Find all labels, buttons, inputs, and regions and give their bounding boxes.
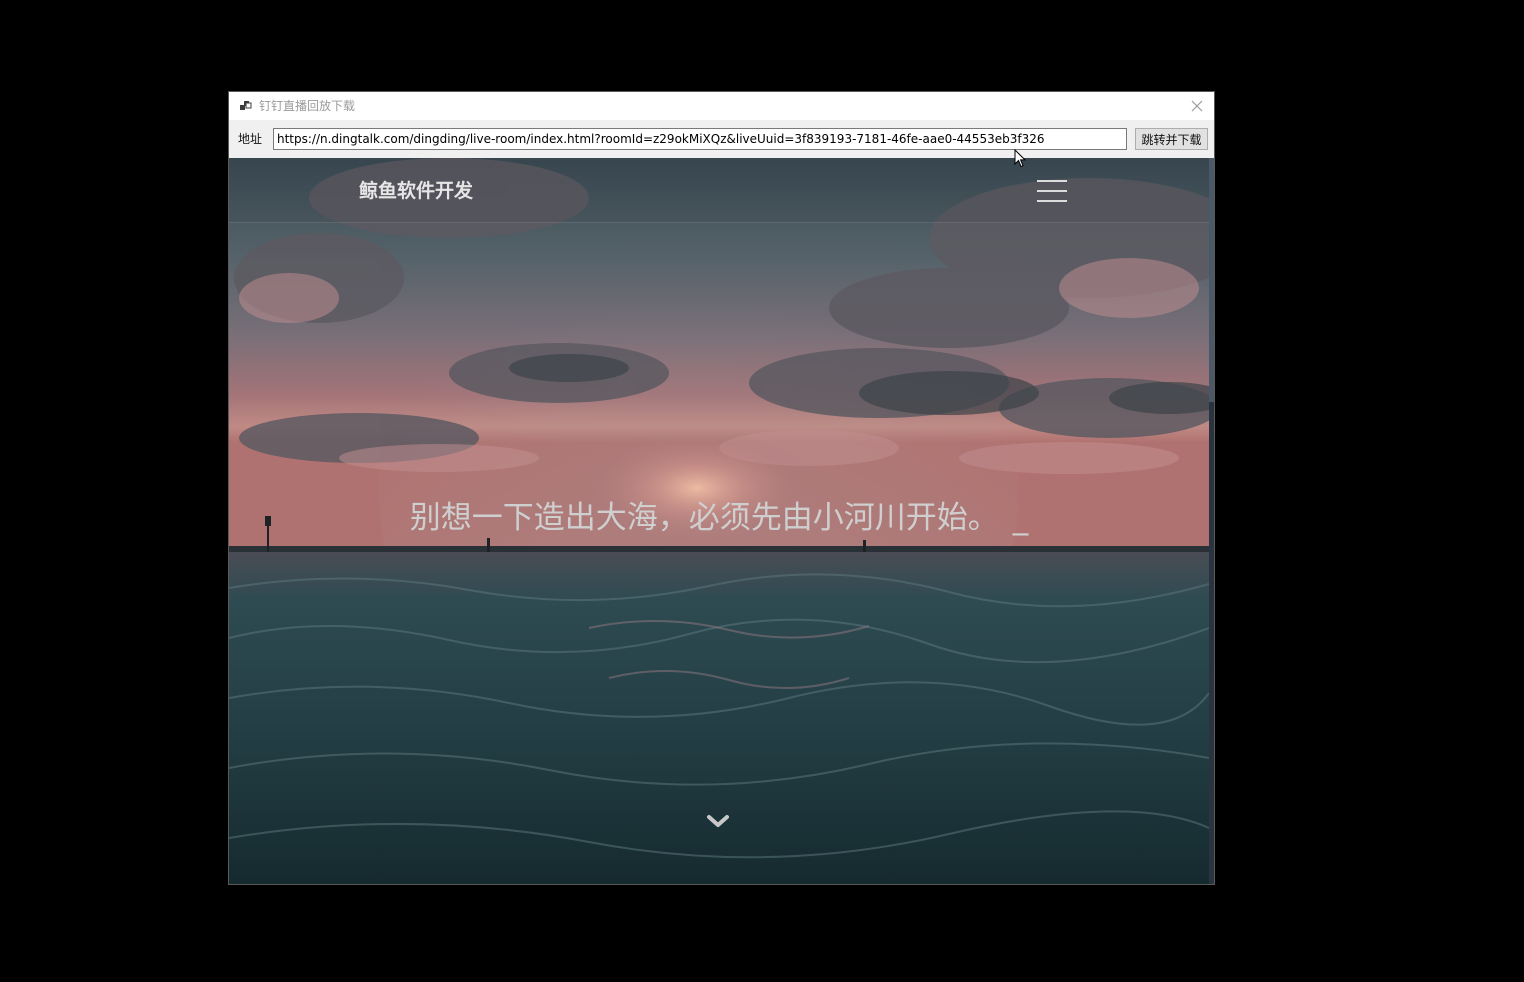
typing-cursor: _ <box>1012 500 1029 536</box>
hamburger-menu-icon[interactable] <box>1035 178 1069 204</box>
site-brand[interactable]: 鲸鱼软件开发 <box>359 179 473 203</box>
hero-slogan: 别想一下造出大海，必须先由小河川开始。 _ <box>229 498 1209 538</box>
address-input[interactable] <box>273 128 1127 150</box>
address-toolbar: 地址 跳转并下载 <box>229 120 1214 158</box>
scrollbar-thumb[interactable] <box>1209 158 1214 402</box>
jump-and-download-button[interactable]: 跳转并下载 <box>1135 128 1208 150</box>
chevron-down-icon[interactable] <box>706 812 730 830</box>
app-window: 钉钉直播回放下载 地址 跳转并下载 <box>229 92 1214 884</box>
mouse-pointer-icon <box>1014 149 1026 168</box>
site-navbar: 鲸鱼软件开发 <box>229 158 1209 223</box>
close-icon <box>1191 100 1203 112</box>
vertical-scrollbar[interactable] <box>1209 158 1214 884</box>
window-title: 钉钉直播回放下载 <box>259 99 356 113</box>
title-bar[interactable]: 钉钉直播回放下载 <box>229 92 1214 120</box>
hero-slogan-text: 别想一下造出大海，必须先由小河川开始。 <box>409 500 999 536</box>
close-button[interactable] <box>1180 92 1214 120</box>
app-window-icon <box>240 101 252 110</box>
web-view: 鲸鱼软件开发 别想一下造出大海，必须先由小河川开始。 _ <box>229 158 1214 884</box>
address-label: 地址 <box>238 132 263 146</box>
